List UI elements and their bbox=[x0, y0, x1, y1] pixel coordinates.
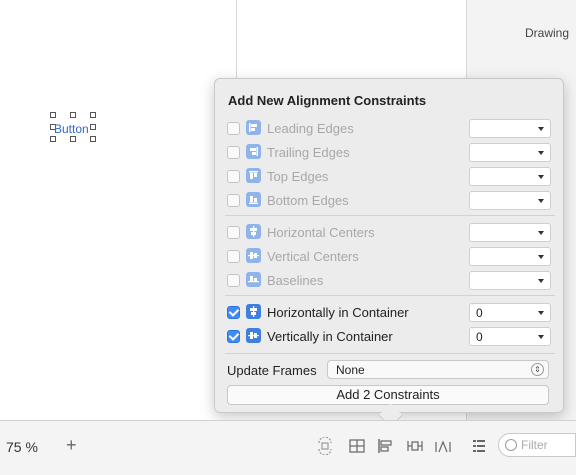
resize-handle[interactable] bbox=[70, 112, 76, 118]
chevron-down-icon bbox=[538, 311, 544, 315]
baselines-checkbox[interactable] bbox=[227, 274, 240, 287]
update-frames-label: Update Frames bbox=[227, 363, 317, 378]
top-edges-offset[interactable] bbox=[469, 167, 551, 186]
divider bbox=[225, 295, 555, 296]
update-frames-select[interactable]: None ⇕ bbox=[327, 360, 549, 379]
resize-handle[interactable] bbox=[90, 124, 96, 130]
horizontally-in-container-offset[interactable]: 0 bbox=[469, 303, 551, 322]
baselines-label: Baselines bbox=[267, 273, 324, 288]
horizontally-in-container-label: Horizontally in Container bbox=[267, 305, 409, 320]
horizontal-centers-offset[interactable] bbox=[469, 223, 551, 242]
chevron-down-icon bbox=[538, 231, 544, 235]
vertical-centers-offset[interactable] bbox=[469, 247, 551, 266]
constraint-row-trailing-edges: Trailing Edges bbox=[227, 143, 557, 163]
vertical-centers-icon bbox=[246, 248, 261, 263]
trailing-edges-icon bbox=[246, 144, 261, 159]
zoom-level[interactable]: 75 % bbox=[6, 439, 38, 455]
embed-in-stack-icon[interactable] bbox=[348, 437, 366, 455]
leading-edges-label: Leading Edges bbox=[267, 121, 354, 136]
leading-edges-icon bbox=[246, 120, 261, 135]
constraint-row-bottom-edges: Bottom Edges bbox=[227, 191, 557, 211]
constraint-row-horizontally-in-container: Horizontally in Container 0 bbox=[227, 303, 557, 323]
constraint-row-baselines: Baselines bbox=[227, 271, 557, 291]
chevron-down-icon bbox=[538, 151, 544, 155]
pin-icon[interactable] bbox=[406, 437, 424, 455]
canvas-bottom-bar: 75 % + Filter bbox=[0, 420, 576, 475]
document-outline-icon[interactable] bbox=[470, 437, 488, 455]
vertically-in-container-label: Vertically in Container bbox=[267, 329, 393, 344]
trailing-edges-offset[interactable] bbox=[469, 143, 551, 162]
horizontal-centers-icon bbox=[246, 224, 261, 239]
button-label: Button bbox=[54, 122, 89, 136]
constraint-row-top-edges: Top Edges bbox=[227, 167, 557, 187]
drawing-panel-title: Drawing bbox=[524, 26, 569, 40]
vertically-in-container-icon bbox=[246, 328, 261, 343]
popup-stepper-icon: ⇕ bbox=[531, 363, 544, 376]
filter-icon bbox=[505, 439, 517, 451]
bottom-edges-checkbox[interactable] bbox=[227, 194, 240, 207]
baselines-offset[interactable] bbox=[469, 271, 551, 290]
trailing-edges-checkbox[interactable] bbox=[227, 146, 240, 159]
resize-handle[interactable] bbox=[70, 136, 76, 142]
resize-handle[interactable] bbox=[50, 136, 56, 142]
horizontal-centers-checkbox[interactable] bbox=[227, 226, 240, 239]
update-frames-value: None bbox=[336, 363, 365, 377]
filter-placeholder: Filter bbox=[521, 438, 548, 452]
bottom-edges-offset[interactable] bbox=[469, 191, 551, 210]
popover-title: Add New Alignment Constraints bbox=[228, 93, 427, 108]
resolve-issues-icon[interactable] bbox=[434, 437, 452, 455]
top-edges-label: Top Edges bbox=[267, 169, 329, 184]
divider bbox=[225, 353, 555, 354]
constraint-row-vertically-in-container: Vertically in Container 0 bbox=[227, 327, 557, 347]
chevron-down-icon bbox=[538, 279, 544, 283]
chevron-down-icon bbox=[538, 127, 544, 131]
leading-edges-checkbox[interactable] bbox=[227, 122, 240, 135]
baselines-icon bbox=[246, 272, 261, 287]
vertical-centers-checkbox[interactable] bbox=[227, 250, 240, 263]
chevron-down-icon bbox=[538, 175, 544, 179]
vertically-in-container-checkbox[interactable] bbox=[227, 330, 240, 343]
bottom-edges-icon bbox=[246, 192, 261, 207]
horizontal-centers-label: Horizontal Centers bbox=[267, 225, 375, 240]
bottom-edges-label: Bottom Edges bbox=[267, 193, 349, 208]
resize-handle[interactable] bbox=[90, 112, 96, 118]
horizontally-in-container-checkbox[interactable] bbox=[227, 306, 240, 319]
alignment-constraints-popover: Add New Alignment Constraints Leading Ed… bbox=[214, 78, 564, 413]
divider bbox=[225, 215, 555, 216]
canvas-divider bbox=[236, 0, 237, 78]
resize-handle[interactable] bbox=[50, 112, 56, 118]
add-constraints-button[interactable]: Add 2 Constraints bbox=[227, 385, 549, 405]
constraint-row-leading-edges: Leading Edges bbox=[227, 119, 557, 139]
constraint-row-vertical-centers: Vertical Centers bbox=[227, 247, 557, 267]
resize-handle[interactable] bbox=[90, 136, 96, 142]
vertical-centers-label: Vertical Centers bbox=[267, 249, 359, 264]
vertically-in-container-offset[interactable]: 0 bbox=[469, 327, 551, 346]
horizontally-in-container-icon bbox=[246, 304, 261, 319]
selected-button[interactable]: Button bbox=[50, 112, 98, 144]
constraint-row-horizontal-centers: Horizontal Centers bbox=[227, 223, 557, 243]
chevron-down-icon bbox=[538, 199, 544, 203]
top-edges-checkbox[interactable] bbox=[227, 170, 240, 183]
update-frames-icon[interactable] bbox=[316, 437, 334, 455]
align-icon[interactable] bbox=[376, 437, 394, 455]
trailing-edges-label: Trailing Edges bbox=[267, 145, 350, 160]
filter-input[interactable]: Filter bbox=[498, 433, 576, 457]
chevron-down-icon bbox=[538, 255, 544, 259]
leading-edges-offset[interactable] bbox=[469, 119, 551, 138]
chevron-down-icon bbox=[538, 335, 544, 339]
zoom-in-button[interactable]: + bbox=[66, 435, 77, 456]
top-edges-icon bbox=[246, 168, 261, 183]
